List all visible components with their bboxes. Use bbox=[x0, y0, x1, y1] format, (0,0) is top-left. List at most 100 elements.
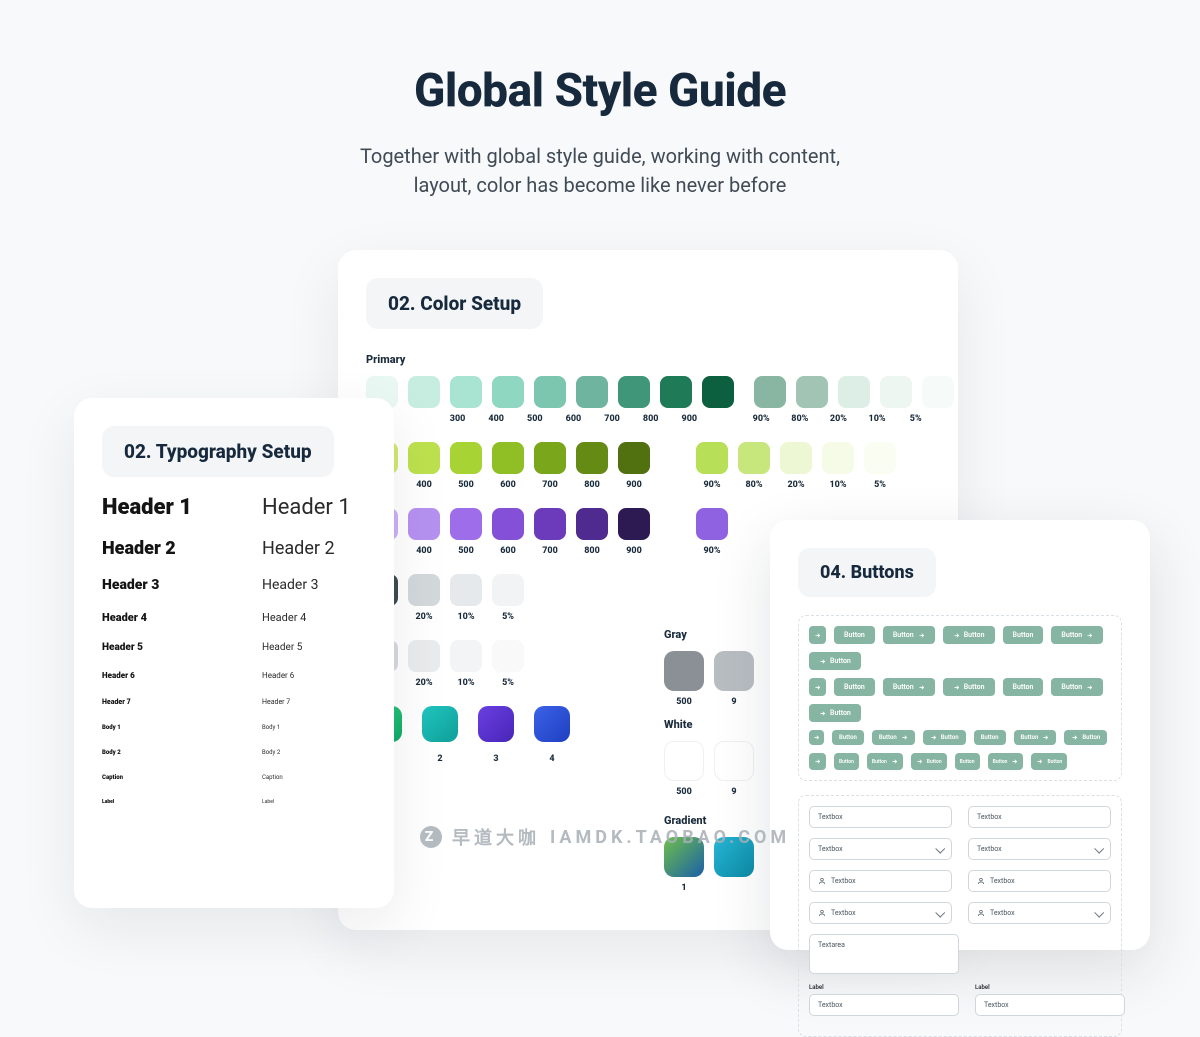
sample-button[interactable]: Button bbox=[867, 753, 903, 770]
sample-button[interactable]: Button bbox=[1014, 730, 1057, 745]
arrow-right-icon bbox=[1086, 684, 1093, 691]
color-swatch bbox=[492, 574, 524, 606]
typography-regular-sample: Header 7 bbox=[262, 698, 290, 706]
color-swatch bbox=[864, 442, 896, 474]
hero: Global Style Guide Together with global … bbox=[0, 0, 1200, 200]
person-icon bbox=[818, 909, 826, 917]
typography-bold-sample: Label bbox=[102, 799, 232, 805]
textbox-labeled[interactable]: Textbox bbox=[809, 994, 959, 1016]
sample-button[interactable]: Button bbox=[1051, 626, 1103, 644]
arrow-right-icon bbox=[814, 758, 821, 765]
primary-label: Primary bbox=[366, 353, 930, 366]
sample-button[interactable]: Button bbox=[1003, 626, 1044, 644]
typography-bold-sample: Body 2 bbox=[102, 749, 232, 756]
color-swatch bbox=[780, 442, 812, 474]
color-swatch bbox=[660, 376, 692, 408]
sample-button[interactable]: Button bbox=[1031, 753, 1067, 770]
person-icon bbox=[977, 877, 985, 885]
arrow-right-icon bbox=[814, 684, 821, 691]
sample-button[interactable]: Button bbox=[943, 678, 995, 696]
textbox-select[interactable]: Textbox bbox=[809, 838, 952, 860]
textbox-input[interactable]: Textbox bbox=[809, 806, 952, 828]
gradient-label: 4 bbox=[534, 754, 570, 764]
sample-button[interactable] bbox=[809, 626, 826, 644]
typography-regular-sample: Body 1 bbox=[262, 724, 280, 731]
typography-bold-sample: Body 1 bbox=[102, 724, 232, 731]
textbox-icon-input[interactable]: Textbox bbox=[809, 870, 952, 892]
color-swatch bbox=[754, 376, 786, 408]
color-swatch bbox=[922, 376, 954, 408]
swatch-label: 800 bbox=[576, 546, 608, 556]
textarea-input[interactable]: Textarea bbox=[809, 934, 959, 974]
swatch-label: 900 bbox=[618, 480, 650, 490]
swatch-label: 5% bbox=[864, 480, 896, 490]
textbox-labeled[interactable]: Textbox bbox=[975, 994, 1125, 1016]
person-icon bbox=[977, 909, 985, 917]
color-swatch bbox=[534, 508, 566, 540]
sample-button[interactable]: Button bbox=[832, 730, 864, 745]
swatch-label: 500 bbox=[450, 546, 482, 556]
arrow-right-icon bbox=[918, 632, 925, 639]
color-swatch bbox=[618, 376, 650, 408]
color-swatch bbox=[534, 376, 566, 408]
swatch-label: 700 bbox=[598, 414, 627, 424]
swatch-label: 500 bbox=[521, 414, 550, 424]
swatch-label: 80% bbox=[738, 480, 770, 490]
sample-button[interactable]: Button bbox=[883, 626, 935, 644]
sample-button[interactable]: Button bbox=[883, 678, 935, 696]
color-swatch bbox=[492, 442, 524, 474]
arrow-right-icon bbox=[819, 658, 826, 665]
color-swatch bbox=[696, 508, 728, 540]
color-swatch bbox=[408, 442, 440, 474]
typography-card: 02. Typography Setup Header 1Header 1Hea… bbox=[74, 398, 394, 908]
sample-button[interactable]: Button bbox=[955, 753, 980, 770]
sample-button[interactable]: Button bbox=[809, 652, 861, 670]
textbox-input[interactable]: Textbox bbox=[968, 806, 1111, 828]
swatch-label: 600 bbox=[492, 546, 524, 556]
swatch-label: 5% bbox=[492, 612, 524, 622]
color-swatch bbox=[408, 508, 440, 540]
hero-subtitle: Together with global style guide, workin… bbox=[0, 142, 1200, 200]
sample-button[interactable]: Button bbox=[943, 626, 995, 644]
color-swatch bbox=[822, 442, 854, 474]
swatch-label: 10% bbox=[822, 480, 854, 490]
textbox-icon-input[interactable]: Textbox bbox=[968, 870, 1111, 892]
gradient-column: Gradient 1 bbox=[664, 808, 754, 893]
typography-row: Header 2Header 2 bbox=[102, 538, 366, 559]
sample-button[interactable] bbox=[809, 730, 824, 745]
textbox-icon-select[interactable]: Textbox bbox=[968, 902, 1111, 924]
sample-button[interactable]: Button bbox=[809, 704, 861, 722]
sample-button[interactable]: Button bbox=[911, 753, 947, 770]
sample-button[interactable]: Button bbox=[834, 753, 859, 770]
swatch-label: 900 bbox=[618, 546, 650, 556]
sample-button[interactable]: Button bbox=[988, 753, 1024, 770]
arrow-right-icon bbox=[930, 734, 937, 741]
typo-card-title: 02. Typography Setup bbox=[102, 426, 334, 477]
sample-button[interactable]: Button bbox=[1064, 730, 1107, 745]
field-label: Label bbox=[809, 984, 959, 991]
sample-button[interactable]: Button bbox=[834, 678, 875, 696]
gradient-label: 3 bbox=[478, 754, 514, 764]
sample-button[interactable]: Button bbox=[1051, 678, 1103, 696]
swatch-label: 20% bbox=[408, 678, 440, 688]
sample-button[interactable]: Button bbox=[923, 730, 966, 745]
sample-button[interactable]: Button bbox=[834, 626, 875, 644]
sample-button[interactable]: Button bbox=[872, 730, 915, 745]
color-swatch bbox=[796, 376, 828, 408]
sample-button[interactable] bbox=[809, 678, 826, 696]
color-swatch bbox=[492, 376, 524, 408]
textbox-select[interactable]: Textbox bbox=[968, 838, 1111, 860]
typography-regular-sample: Header 4 bbox=[262, 611, 306, 624]
textbox-icon-select[interactable]: Textbox bbox=[809, 902, 952, 924]
color-card-title: 02. Color Setup bbox=[366, 278, 543, 329]
sample-button[interactable]: Button bbox=[974, 730, 1006, 745]
gradient-swatch bbox=[534, 706, 570, 742]
arrow-right-icon bbox=[918, 684, 925, 691]
typography-row: Header 6Header 6 bbox=[102, 671, 366, 680]
sample-button[interactable] bbox=[809, 753, 826, 770]
sample-button[interactable]: Button bbox=[1003, 678, 1044, 696]
arrow-right-icon bbox=[901, 734, 908, 741]
swatch-label: 5% bbox=[901, 414, 930, 424]
color-swatch bbox=[696, 442, 728, 474]
color-swatch bbox=[576, 442, 608, 474]
